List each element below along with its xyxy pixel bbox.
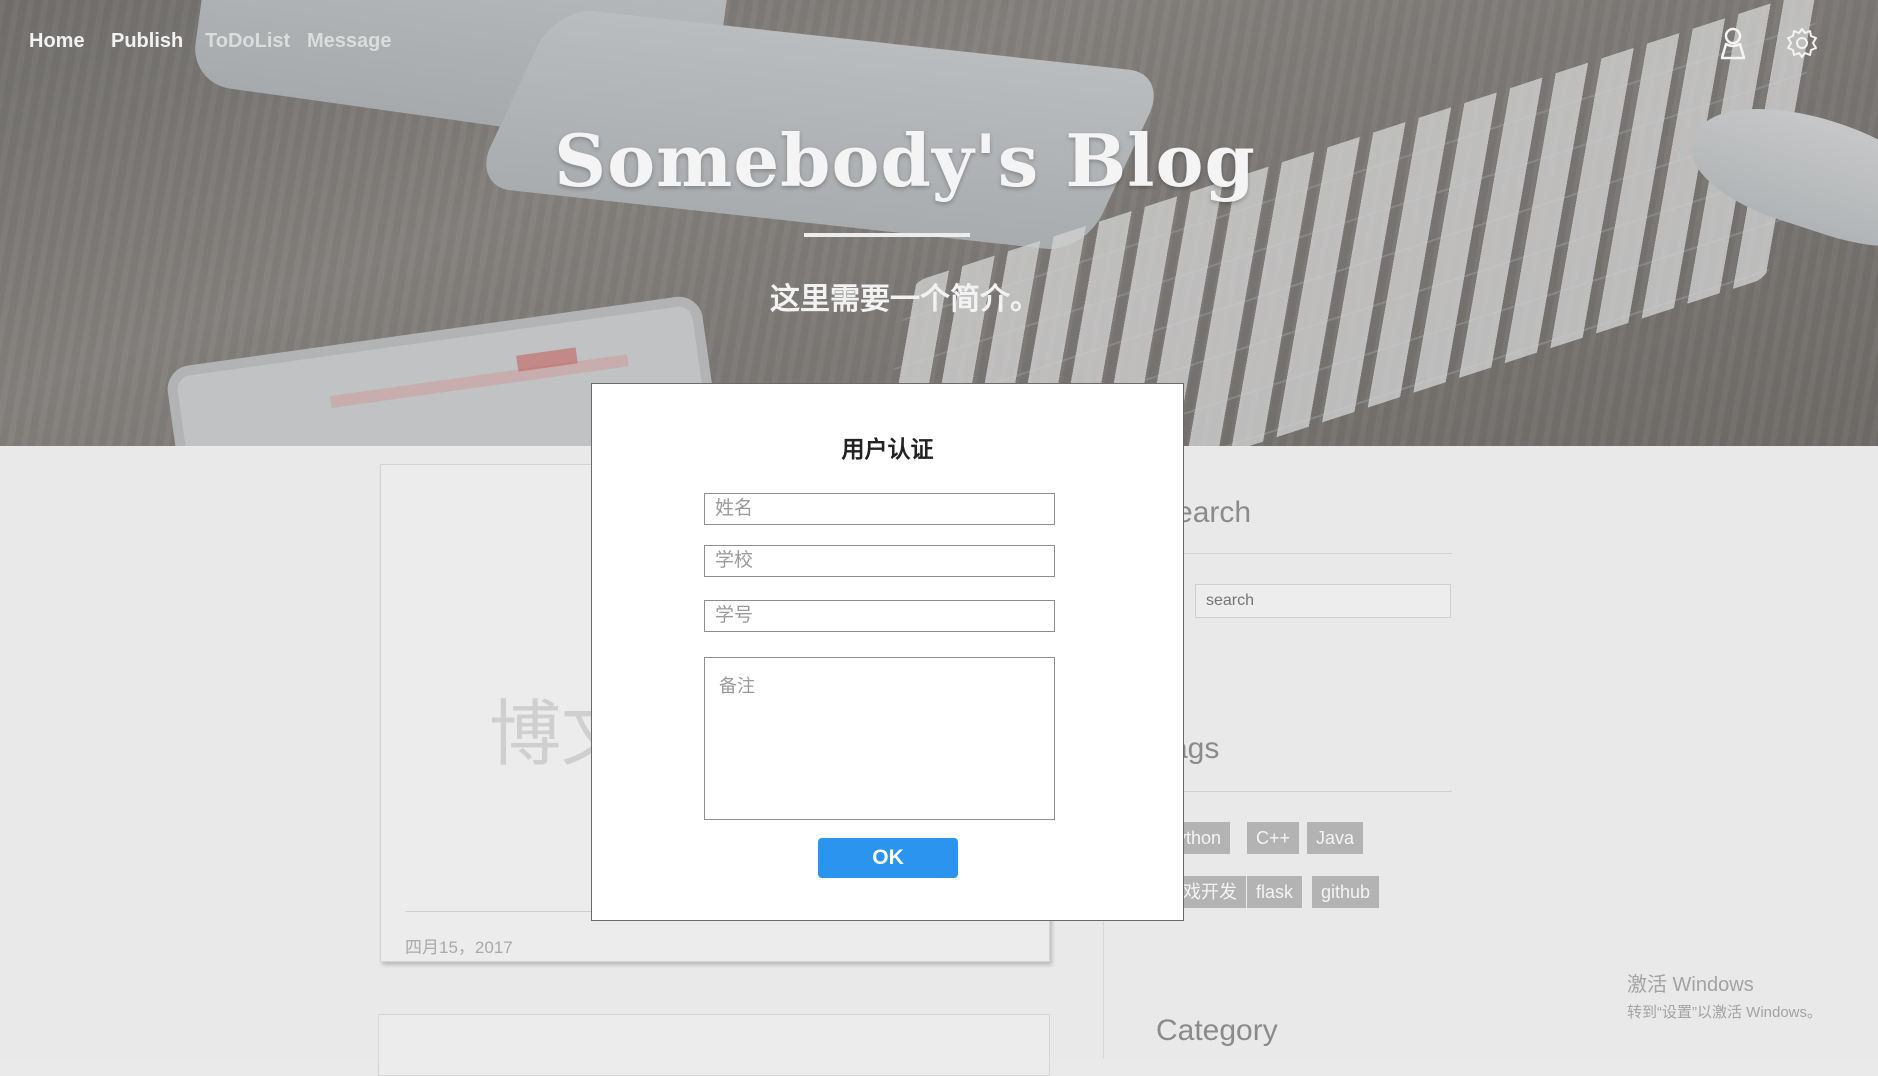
- category-heading: Category: [1156, 1014, 1278, 1047]
- nav-home-link[interactable]: Home: [29, 30, 85, 53]
- tag-java[interactable]: Java: [1307, 822, 1364, 854]
- top-nav: Home Publish ToDoList Message: [0, 0, 1878, 80]
- ok-button[interactable]: OK: [818, 838, 958, 878]
- search-rule: [1156, 553, 1452, 554]
- auth-modal: 用户认证 OK: [591, 383, 1184, 921]
- hero-banner: Home Publish ToDoList Message Somebody's…: [0, 0, 1878, 446]
- sidebar-search-input[interactable]: [1195, 584, 1451, 618]
- school-input[interactable]: [704, 545, 1055, 577]
- modal-title: 用户认证: [841, 436, 934, 462]
- tag-cpp[interactable]: C++: [1247, 822, 1300, 854]
- user-icon[interactable]: [1716, 26, 1750, 60]
- note-textarea[interactable]: [704, 657, 1055, 820]
- watermark-line2: 转到“设置”以激活 Windows。: [1627, 1004, 1823, 1021]
- tag-flask[interactable]: flask: [1247, 876, 1303, 908]
- name-input[interactable]: [704, 493, 1055, 525]
- tag-github[interactable]: github: [1312, 876, 1380, 908]
- nav-publish-link[interactable]: Publish: [111, 30, 183, 53]
- blog-title: Somebody's Blog: [554, 118, 1256, 203]
- student-id-input[interactable]: [704, 600, 1055, 632]
- title-divider: [804, 233, 970, 237]
- tags-rule: [1156, 791, 1452, 792]
- nav-todolist-link[interactable]: ToDoList: [205, 30, 290, 53]
- post-date: 四月15，2017: [405, 938, 513, 957]
- post-card-next[interactable]: [378, 1014, 1050, 1076]
- blog-subtitle: 这里需要一个简介。: [770, 283, 1040, 316]
- windows-activation-watermark: 激活 Windows 转到“设置”以激活 Windows。: [1627, 968, 1822, 1022]
- watermark-line1: 激活 Windows: [1627, 974, 1754, 996]
- gear-icon[interactable]: [1785, 26, 1819, 60]
- nav-message-link[interactable]: Message: [307, 30, 392, 53]
